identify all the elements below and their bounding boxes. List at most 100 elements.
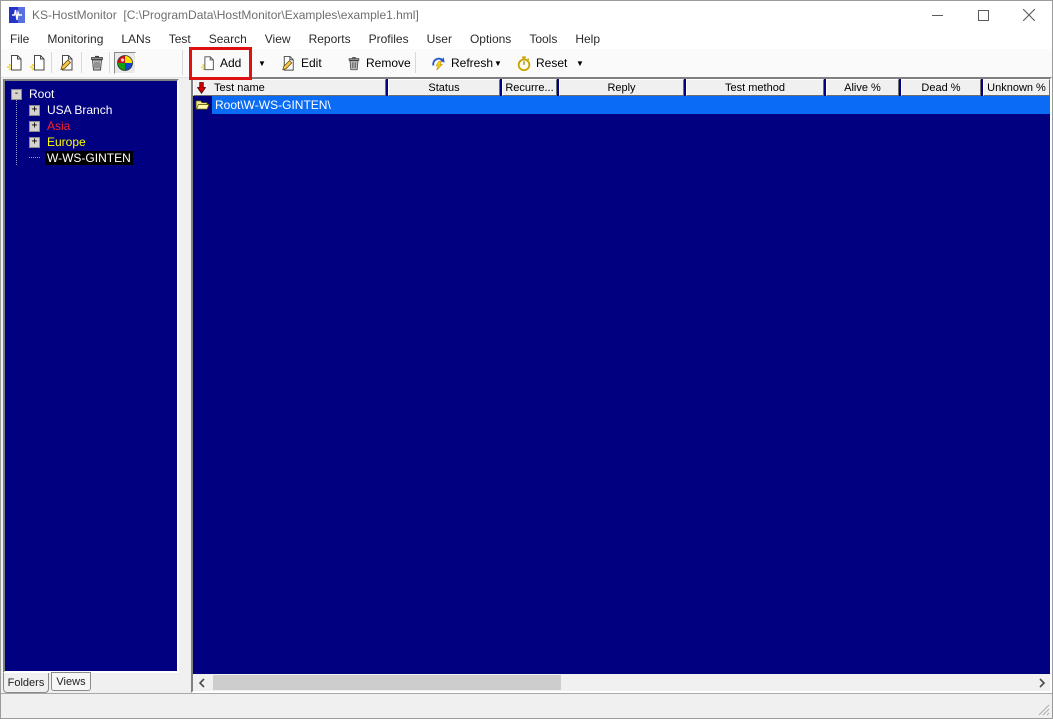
status-bar	[1, 693, 1052, 718]
reset-button[interactable]: Reset	[513, 52, 570, 74]
app-icon	[9, 7, 25, 23]
column-header-alive-pct[interactable]: Alive %	[826, 79, 899, 96]
add-document-icon	[200, 55, 216, 72]
toolbar-separator	[51, 52, 52, 73]
tab-folders[interactable]: Folders	[3, 673, 49, 693]
menu-item-options[interactable]: Options	[461, 30, 520, 48]
expand-expander-icon[interactable]: +	[29, 121, 40, 132]
tree-item-asia[interactable]: + Asia	[5, 118, 177, 134]
tree-item-label[interactable]: Europe	[45, 135, 88, 149]
edit-button[interactable]: Edit	[277, 52, 325, 74]
dropdown-arrow-icon: ▼	[494, 59, 502, 68]
tree-item-label-selected[interactable]: W-WS-GINTEN	[45, 151, 133, 165]
menu-bar: File Monitoring LANs Test Search View Re…	[1, 29, 1052, 49]
refresh-button[interactable]: Refresh	[427, 52, 496, 74]
menu-item-test[interactable]: Test	[160, 30, 200, 48]
column-header-test-method[interactable]: Test method	[686, 79, 824, 96]
menu-item-tools[interactable]: Tools	[520, 30, 566, 48]
delete-button[interactable]	[86, 52, 108, 74]
minimize-button[interactable]	[914, 1, 960, 29]
column-header-reply[interactable]: Reply	[559, 79, 684, 96]
new-document-icon	[29, 54, 47, 72]
menu-item-file[interactable]: File	[1, 30, 38, 48]
test-list-panel: Test name Status Recurre... Reply Test m…	[191, 77, 1052, 693]
tab-views[interactable]: Views	[51, 672, 91, 691]
tree-item-usa-branch[interactable]: + USA Branch	[5, 102, 177, 118]
toolbar-separator	[182, 50, 183, 75]
scrollbar-thumb[interactable]	[213, 675, 561, 690]
menu-item-lans[interactable]: LANs	[112, 30, 159, 48]
folder-tree-panel: - Root + USA Branch + Asia + Europe W-WS…	[3, 79, 179, 673]
color-palette-toggle[interactable]	[114, 52, 136, 74]
tree-item-w-ws-ginten[interactable]: W-WS-GINTEN	[5, 150, 177, 166]
title-bar: KS-HostMonitor [C:\ProgramData\HostMonit…	[1, 1, 1052, 29]
tree-item-europe[interactable]: + Europe	[5, 134, 177, 150]
app-window: KS-HostMonitor [C:\ProgramData\HostMonit…	[0, 0, 1053, 719]
edit-button-label: Edit	[301, 56, 322, 70]
row-folder-path[interactable]: Root\W-WS-GINTEN\	[212, 96, 1050, 114]
resize-grip-icon[interactable]	[1036, 702, 1050, 716]
reset-dropdown-button[interactable]: ▼	[573, 52, 587, 74]
dropdown-arrow-icon: ▼	[258, 59, 266, 68]
menu-item-view[interactable]: View	[256, 30, 300, 48]
new-file-button[interactable]	[4, 52, 26, 74]
menu-item-help[interactable]: Help	[566, 30, 609, 48]
toolbar-separator	[415, 52, 416, 73]
edit-document-icon	[280, 55, 297, 72]
toolbar-separator	[109, 52, 110, 73]
window-title: KS-HostMonitor [C:\ProgramData\HostMonit…	[32, 8, 419, 22]
close-button[interactable]	[1006, 1, 1052, 29]
menu-item-reports[interactable]: Reports	[300, 30, 360, 48]
column-header-test-name[interactable]: Test name	[193, 79, 386, 96]
expand-expander-icon[interactable]: +	[29, 137, 40, 148]
column-header-dead-pct[interactable]: Dead %	[901, 79, 981, 96]
menu-item-user[interactable]: User	[418, 30, 461, 48]
refresh-dropdown-button[interactable]: ▼	[491, 52, 505, 74]
new-test-button[interactable]	[27, 52, 49, 74]
toolbar: Add ▼ Edit Remove	[1, 49, 1052, 78]
add-dropdown-button[interactable]: ▼	[255, 52, 269, 74]
horizontal-scrollbar[interactable]	[193, 674, 1050, 691]
sort-descending-icon	[197, 82, 206, 94]
toolbar-separator	[81, 52, 82, 73]
column-header-status[interactable]: Status	[388, 79, 500, 96]
reset-button-label: Reset	[536, 56, 567, 70]
tree-item-label[interactable]: Asia	[45, 119, 72, 133]
trash-icon	[346, 55, 362, 72]
scroll-left-button[interactable]	[193, 674, 210, 691]
refresh-button-label: Refresh	[451, 56, 493, 70]
trash-icon	[88, 54, 106, 72]
minimize-icon	[932, 10, 943, 21]
column-header-recurrences[interactable]: Recurre...	[502, 79, 557, 96]
maximize-button[interactable]	[960, 1, 1006, 29]
table-row-selected[interactable]: Root\W-WS-GINTEN\	[193, 96, 1050, 114]
chevron-left-icon	[198, 678, 206, 688]
menu-item-search[interactable]: Search	[200, 30, 256, 48]
refresh-icon	[430, 55, 447, 72]
color-sphere-icon	[116, 54, 134, 72]
window-controls	[914, 1, 1052, 29]
close-icon	[1023, 9, 1035, 21]
edit-item-button[interactable]	[56, 52, 78, 74]
remove-button[interactable]: Remove	[343, 52, 414, 74]
row-icon-cell	[193, 96, 212, 114]
dropdown-arrow-icon: ▼	[576, 59, 584, 68]
open-folder-icon	[195, 99, 210, 111]
add-button[interactable]: Add	[197, 52, 244, 74]
maximize-icon	[978, 10, 989, 21]
column-header-unknown-pct[interactable]: Unknown %	[983, 79, 1050, 96]
tree-item-label[interactable]: USA Branch	[45, 103, 114, 117]
collapse-expander-icon[interactable]: -	[11, 89, 22, 100]
reset-stopwatch-icon	[516, 55, 532, 72]
chevron-right-icon	[1038, 678, 1046, 688]
expand-expander-icon[interactable]: +	[29, 105, 40, 116]
scroll-right-button[interactable]	[1033, 674, 1050, 691]
remove-button-label: Remove	[366, 56, 411, 70]
menu-item-monitoring[interactable]: Monitoring	[38, 30, 112, 48]
add-button-label: Add	[220, 56, 241, 70]
tree-item-root[interactable]: - Root	[5, 86, 177, 102]
new-document-icon	[6, 54, 24, 72]
menu-item-profiles[interactable]: Profiles	[360, 30, 418, 48]
tree-leaf-connector	[29, 157, 40, 159]
tree-item-label[interactable]: Root	[27, 87, 56, 101]
